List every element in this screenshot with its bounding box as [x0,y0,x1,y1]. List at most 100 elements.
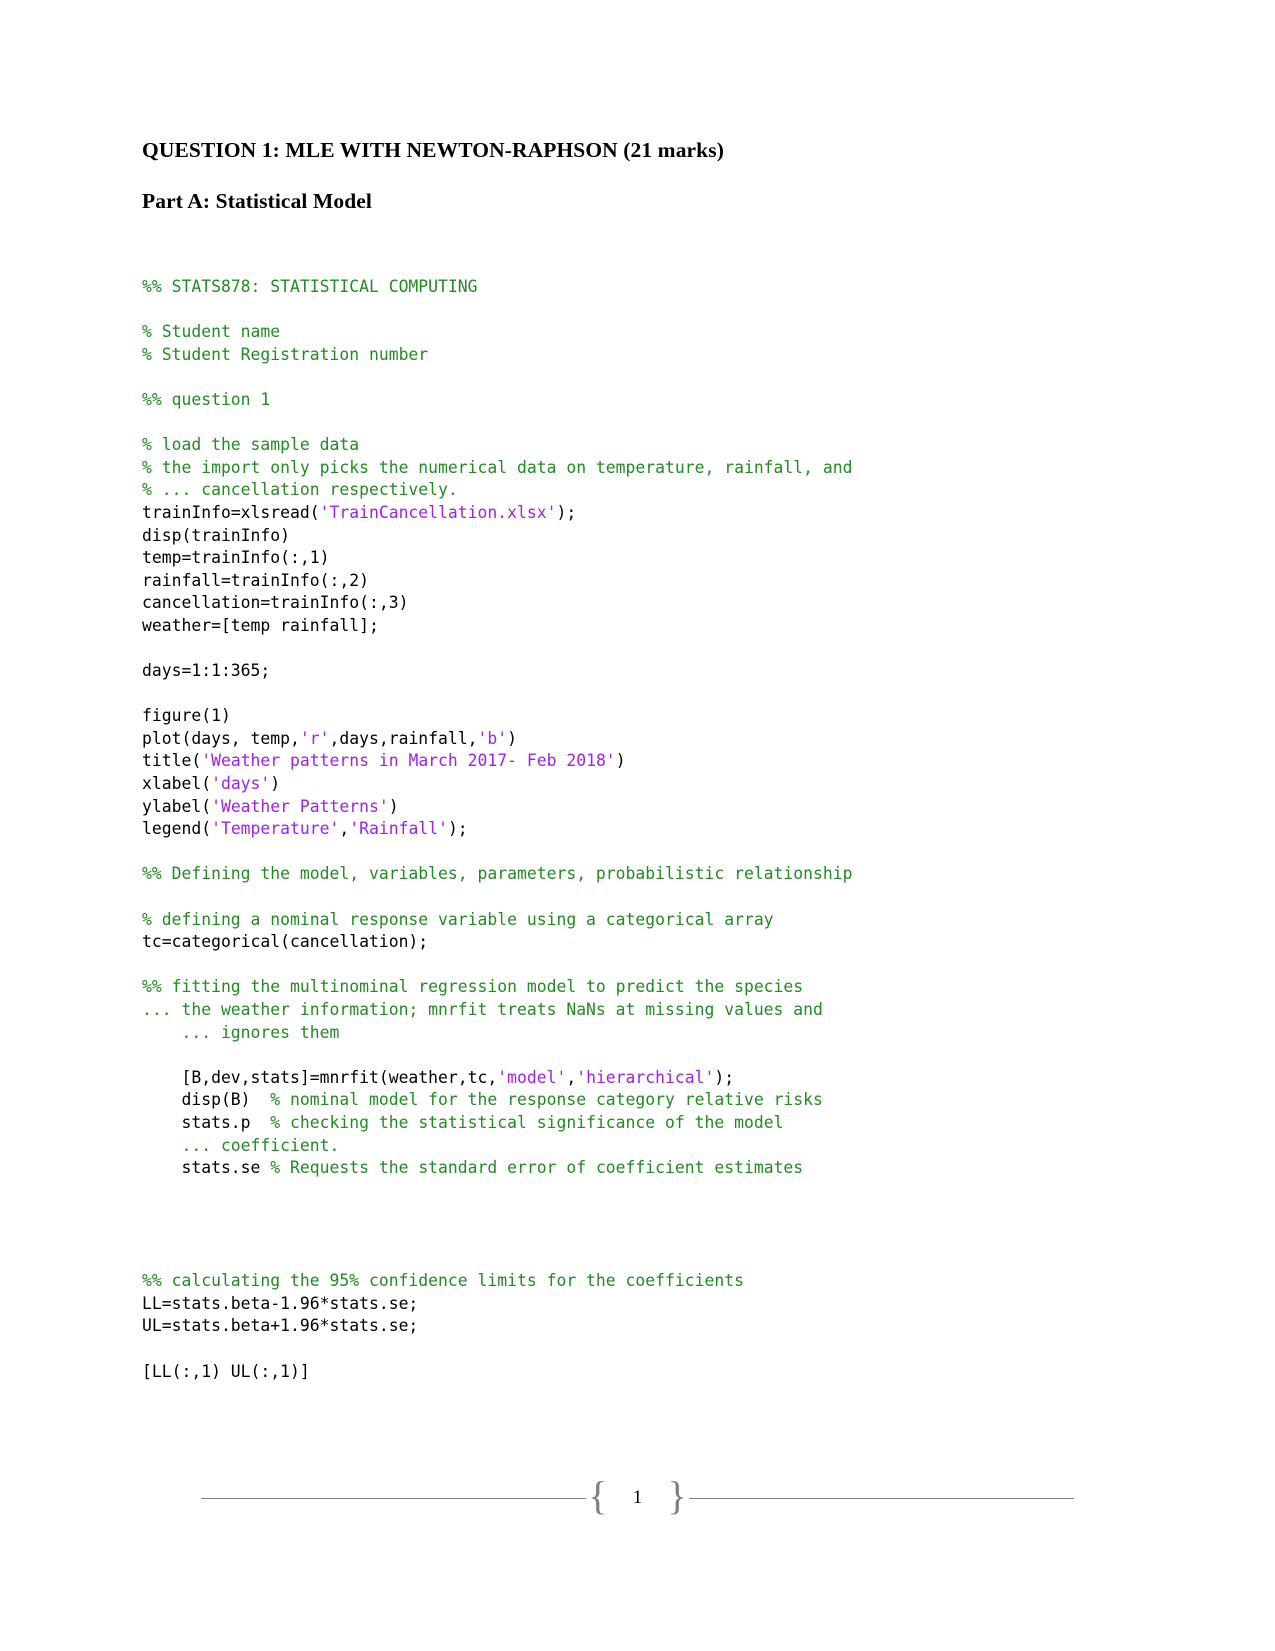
code-token-comment: %% calculating the 95% confidence limits… [142,1271,744,1291]
code-token-code: ,days,rainfall, [329,728,478,748]
code-line: %% calculating the 95% confidence limits… [142,1270,1062,1293]
code-token-code: , [566,1067,577,1087]
code-token-comment: % ... cancellation respectively. [142,480,458,500]
code-token-comment: % checking the statistical significance … [270,1112,784,1132]
code-token-string: 'days' [211,774,271,794]
code-token-comment: ... the weather information; mnrfit trea… [142,1000,823,1019]
footer-brace-left: { [588,1473,608,1518]
code-line: ylabel('Weather Patterns') [142,796,1062,819]
code-token-comment: % the import only picks the numerical da… [142,457,853,477]
code-token-code: stats.p [142,1112,271,1132]
code-line: legend('Temperature','Rainfall'); [142,818,1062,841]
code-token-code: days=1:1:365; [142,661,271,681]
code-token-comment: % Student name [142,322,281,342]
code-token-string: 'Weather patterns in March 2017- Feb 201… [201,751,616,771]
code-line: %% Defining the model, variables, parame… [142,863,1062,886]
code-line: rainfall=trainInfo(:,2) [142,570,1062,593]
code-line: % the import only picks the numerical da… [142,457,1062,480]
code-token-code: UL=stats.beta+1.96*stats.se; [142,1316,419,1336]
code-token-code: plot(days, temp, [142,728,300,748]
code-line: [B,dev,stats]=mnrfit(weather,tc,'model',… [142,1067,1062,1090]
code-token-string: 'Temperature' [211,819,340,839]
code-token-code: [B,dev,stats]=mnrfit(weather,tc, [142,1067,498,1087]
code-line: tc=categorical(cancellation); [142,931,1062,954]
section-subtitle: Part A: Statistical Model [142,188,372,213]
code-token-string: 'model' [497,1067,567,1087]
code-token-comment: %% question 1 [142,389,271,409]
code-line: ... ignores them [142,1022,1062,1045]
code-token-comment: %% fitting the multinominal regression m… [142,977,804,997]
code-line: stats.se % Requests the standard error o… [142,1157,1062,1180]
code-line: UL=stats.beta+1.96*stats.se; [142,1315,1062,1338]
code-token-code: ylabel( [142,796,212,816]
code-token-code: disp(trainInfo) [142,525,291,545]
code-line: [LL(:,1) UL(:,1)] [142,1361,1062,1384]
code-token-comment: % Student Registration number [142,344,429,364]
code-token-string: 'TrainCancellation.xlsx' [319,502,557,522]
code-line: % ... cancellation respectively. [142,479,1062,502]
code-line: plot(days, temp,'r',days,rainfall,'b') [142,728,1062,751]
code-line: days=1:1:365; [142,660,1062,683]
code-token-code: ); [447,819,468,839]
code-token-code: disp(B) [142,1090,271,1110]
code-token-code: weather=[temp rainfall]; [142,615,379,635]
page-content: QUESTION 1: MLE WITH NEWTON-RAPHSON (21 … [142,138,1062,1383]
code-token-string: 'b' [477,728,508,748]
code-token-string: 'Rainfall' [349,819,448,839]
code-line: ... the weather information; mnrfit trea… [142,999,1062,1022]
code-token-code: ); [714,1067,735,1087]
code-token-comment: % load the sample data [142,435,360,455]
code-token-comment: ... ignores them [142,1022,340,1042]
code-token-string: 'Weather Patterns' [211,796,389,816]
code-token-code: rainfall=trainInfo(:,2) [142,570,369,590]
code-line: % Student Registration number [142,344,1062,367]
code-line: disp(trainInfo) [142,525,1062,548]
code-token-code: legend( [142,819,212,839]
code-token-comment: ... coefficient. [142,1135,340,1155]
code-token-code: title( [142,751,202,771]
code-token-code: cancellation=trainInfo(:,3) [142,593,409,613]
code-token-comment: %% Defining the model, variables, parame… [142,864,853,884]
code-token-comment: % nominal model for the response categor… [270,1090,823,1110]
code-line: stats.p % checking the statistical signi… [142,1112,1062,1135]
code-token-code: stats.se [142,1158,271,1178]
code-token-code: ) [270,774,281,794]
code-token-comment: % Requests the standard error of coeffic… [270,1158,804,1178]
footer-brace-right: } [667,1473,687,1518]
code-token-string: 'hierarchical' [576,1067,715,1087]
page-title: QUESTION 1: MLE WITH NEWTON-RAPHSON (21 … [142,138,724,162]
code-line: weather=[temp rainfall]; [142,615,1062,638]
code-token-code: xlabel( [142,774,212,794]
footer-rule-left [201,1497,587,1499]
code-token-code: , [339,819,350,839]
code-token-code: tc=categorical(cancellation); [142,932,429,952]
code-token-string: 'r' [299,728,330,748]
document-page: QUESTION 1: MLE WITH NEWTON-RAPHSON (21 … [0,0,1275,1651]
code-token-code: ) [507,728,518,748]
code-line: temp=trainInfo(:,1) [142,547,1062,570]
code-line: % load the sample data [142,434,1062,457]
code-token-comment: %% STATS878: STATISTICAL COMPUTING [142,277,478,296]
page-footer: { 1 } [0,1473,1275,1518]
code-line: cancellation=trainInfo(:,3) [142,592,1062,615]
footer-rule-right [688,1497,1074,1499]
code-token-code: LL=stats.beta-1.96*stats.se; [142,1293,419,1313]
code-token-code: [LL(:,1) UL(:,1)] [142,1361,310,1381]
code-token-code: temp=trainInfo(:,1) [142,548,330,568]
matlab-code-block: %% STATS878: STATISTICAL COMPUTING % Stu… [142,276,1062,1383]
code-line: LL=stats.beta-1.96*stats.se; [142,1293,1062,1316]
code-line: xlabel('days') [142,773,1062,796]
